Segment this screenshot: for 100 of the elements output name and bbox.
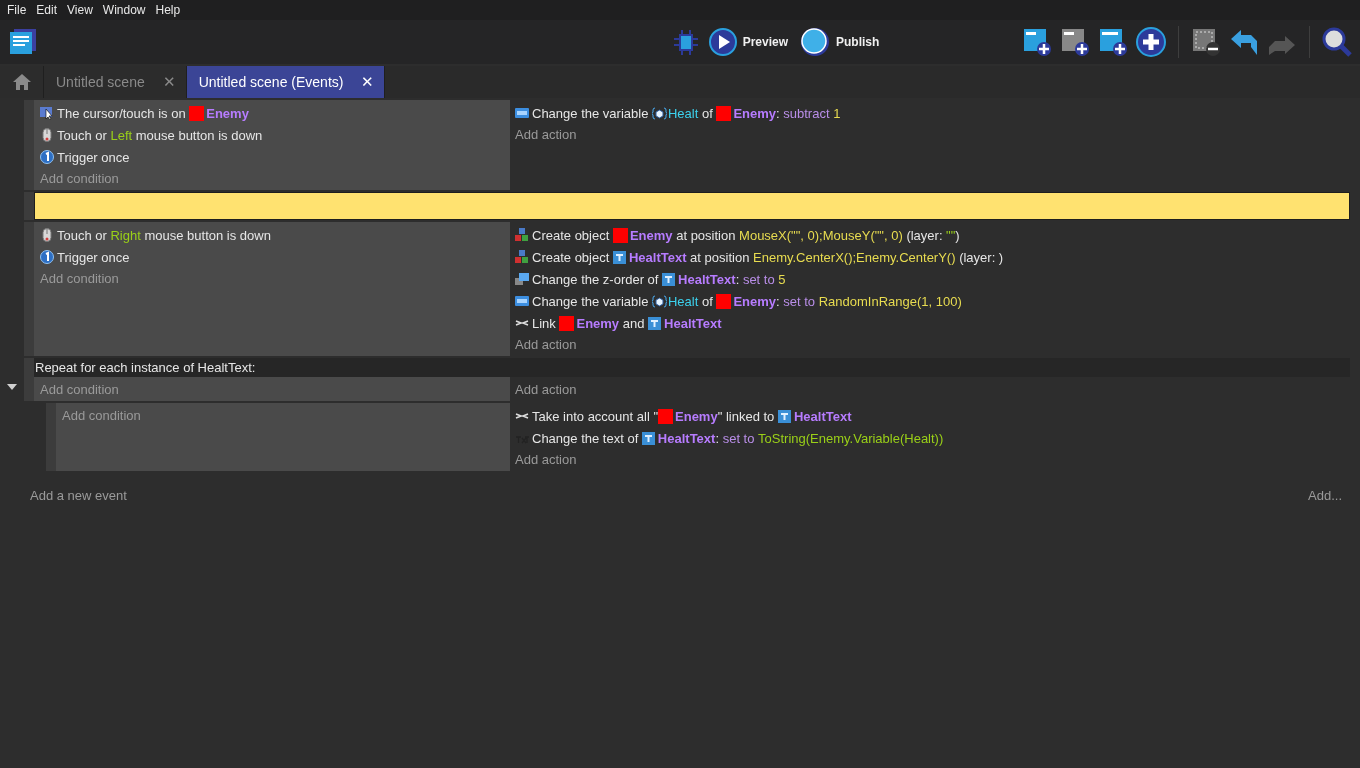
add-action-link[interactable]: Add action (515, 124, 577, 144)
instruction-text: : (776, 105, 781, 121)
scene-tab[interactable]: Untitled scene (Events) ✕ (186, 66, 386, 98)
instruction-text: (layer: (905, 227, 944, 243)
events-sheet-icon[interactable] (8, 27, 38, 57)
sprite-object-icon (559, 315, 575, 331)
instruction-text: : (735, 271, 741, 287)
instruction-text: : (715, 430, 721, 446)
add-window-icon[interactable] (1060, 27, 1090, 57)
operator-text: set to (783, 293, 817, 309)
play-icon (708, 28, 737, 56)
object-name: HealtText (678, 271, 736, 287)
instruction-text: mouse button is down (134, 127, 263, 143)
remove-selection-icon[interactable] (1191, 27, 1221, 57)
parameter-text: Left (110, 127, 133, 143)
cursor-icon (40, 106, 54, 120)
event-gutter (24, 192, 34, 220)
value-text: 5 (778, 271, 786, 287)
collapse-arrow-icon[interactable] (7, 384, 17, 390)
text-object-icon (612, 250, 626, 264)
add-icon[interactable] (1136, 27, 1166, 57)
event-gutter (24, 358, 34, 377)
close-icon[interactable]: ✕ (361, 73, 375, 91)
parameter-text: "" (946, 227, 956, 243)
menu-item[interactable]: Window (97, 3, 151, 17)
preview-button[interactable]: Preview (708, 28, 788, 56)
instruction-text: Create object (532, 249, 611, 265)
value-text: 1 (833, 105, 841, 121)
instruction-text: (layer: ) (958, 249, 1004, 265)
instruction-text: of (700, 293, 714, 309)
instruction-text: and (621, 315, 646, 331)
object-name: HealtText (664, 315, 722, 331)
add-action-link[interactable]: Add action (515, 379, 577, 399)
instruction-text: " linked to (717, 408, 776, 424)
globe-icon (800, 27, 830, 57)
menu-item[interactable]: View (62, 3, 98, 17)
instruction-text: Trigger once (57, 249, 130, 265)
parameter-text: Right (110, 227, 141, 243)
add-action-link[interactable]: Add action (515, 334, 577, 354)
variable-name: Healt (668, 105, 699, 121)
add-condition-link[interactable]: Add condition (40, 268, 119, 288)
operator-text: set to (742, 271, 776, 287)
parameter-text: ToString(Enemy.Variable(Healt)) (758, 430, 944, 446)
object-name: Enemy (675, 408, 718, 424)
object-name: HealtText (793, 408, 852, 424)
operator-text: set to (722, 430, 756, 446)
sprite-object-icon (658, 408, 674, 424)
instruction-text: Trigger once (57, 149, 130, 165)
add-other-link[interactable]: Add... (1308, 485, 1342, 505)
add-condition-link[interactable]: Add condition (40, 379, 119, 399)
comment-event[interactable] (34, 192, 1350, 220)
menu-item[interactable]: Edit (31, 3, 63, 17)
object-name: Enemy (576, 315, 620, 331)
add-condition-link[interactable]: Add condition (40, 168, 119, 188)
instruction-text: of (700, 105, 714, 121)
blocks-icon (515, 250, 529, 264)
variable-name: Healt (668, 293, 699, 309)
search-icon[interactable] (1322, 27, 1352, 57)
sprite-object-icon (612, 227, 628, 243)
repeat-header-text: Repeat for each instance of HealtText: (35, 360, 256, 375)
number-one-icon (40, 150, 54, 164)
menu-item[interactable]: File (2, 3, 32, 17)
close-icon[interactable]: ✕ (162, 73, 176, 91)
instruction-text: at position (689, 249, 751, 265)
instruction-text: Change the variable (532, 105, 650, 121)
object-name: Enemy (206, 105, 249, 121)
add-event-link[interactable]: Add a new event (30, 485, 127, 505)
add-action-link[interactable]: Add action (515, 449, 577, 469)
instruction-text: Touch or (57, 127, 108, 143)
variable-icon (515, 294, 529, 308)
add-list-icon[interactable] (1098, 27, 1128, 57)
instruction-text: Touch or (57, 227, 108, 243)
variable-cube-icon (652, 106, 667, 120)
value-text: MouseX("", 0);MouseY("", 0) (739, 227, 903, 243)
number-one-icon (40, 250, 54, 264)
instruction-text: : (776, 293, 781, 309)
instruction-text: mouse button is down (143, 227, 271, 243)
undo-icon[interactable] (1229, 27, 1259, 57)
instruction-text: Change the z-order of (532, 271, 660, 287)
instruction-text: Take into account all " (532, 408, 659, 424)
instruction-text: Change the text of (532, 430, 640, 446)
text-object-icon (648, 316, 662, 330)
add-scene-icon[interactable] (1022, 27, 1052, 57)
object-name: Enemy (629, 227, 673, 243)
variable-icon (515, 106, 529, 120)
publish-button[interactable]: Publish (800, 27, 880, 57)
sprite-object-icon (716, 105, 732, 121)
mouse-icon (40, 228, 54, 242)
layers-icon (515, 272, 529, 286)
operator-text: subtract (783, 105, 831, 121)
mouse-icon (40, 128, 54, 142)
event-gutter (46, 403, 56, 471)
instruction-text: at position (675, 227, 737, 243)
add-condition-link[interactable]: Add condition (62, 405, 141, 425)
menu-item[interactable]: Help (150, 3, 186, 17)
text-object-icon (777, 409, 791, 423)
home-icon (11, 73, 32, 91)
value-text: RandomInRange(1, 100) (818, 293, 962, 309)
blocks-icon (515, 228, 529, 242)
value-text: Enemy.CenterX();Enemy.CenterY() (753, 249, 956, 265)
